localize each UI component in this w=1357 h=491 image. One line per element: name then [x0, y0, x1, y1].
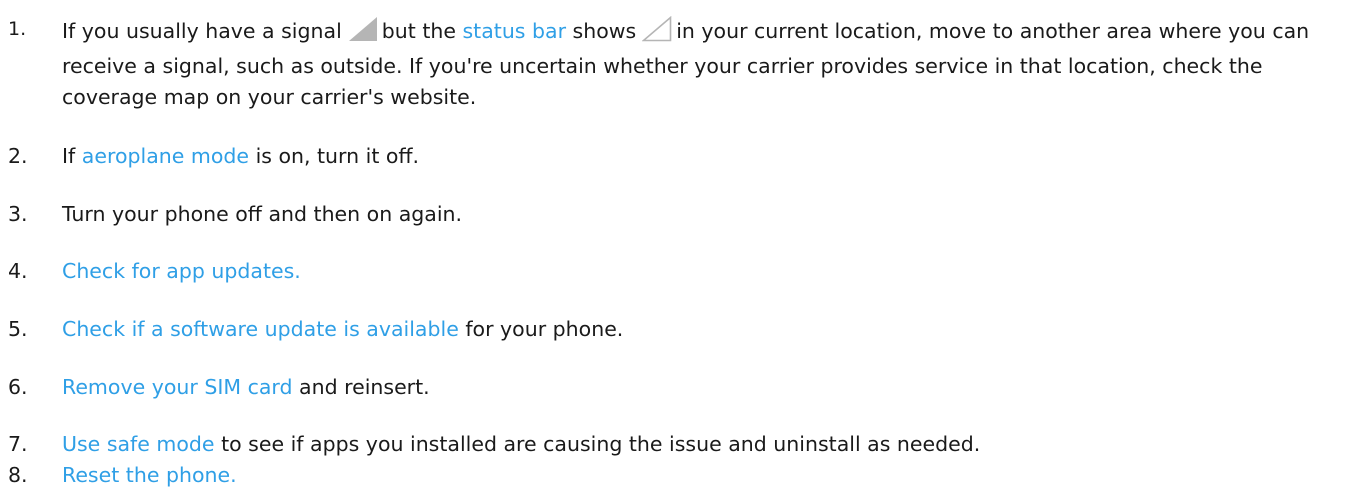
list-item: 4. Check for app updates.: [8, 256, 1338, 287]
step-number: 4.: [8, 259, 28, 283]
list-item: 2. If aeroplane mode is on, turn it off.: [8, 141, 1338, 172]
step-number: 8.: [8, 463, 28, 487]
step-number: 3.: [8, 202, 28, 226]
step-number: 1.: [8, 18, 27, 40]
step-text-segment: and reinsert.: [299, 375, 430, 399]
step-text-segment: for your phone.: [465, 317, 624, 341]
step-number: 6.: [8, 375, 28, 399]
software-update-link[interactable]: Check if a software update is available: [62, 317, 459, 341]
step-text-segment: is on, turn it off.: [255, 144, 420, 168]
step-text: If you usually have a signal but the stat…: [62, 15, 1338, 113]
aeroplane-mode-link[interactable]: aeroplane mode: [82, 144, 249, 168]
step-text-segment: shows: [572, 19, 637, 43]
step-number: 2.: [8, 144, 28, 168]
check-app-updates-link[interactable]: Check for app updates.: [62, 259, 301, 283]
step-text-segment: If you usually have a signal: [62, 19, 342, 43]
step-text-segment: but the: [381, 19, 456, 43]
list-item: 7. Use safe mode to see if apps you inst…: [8, 429, 1338, 460]
step-text: Remove your SIM card and reinsert.: [62, 372, 1338, 403]
signal-full-icon: [348, 16, 378, 51]
status-bar-link[interactable]: status bar: [463, 19, 567, 43]
remove-sim-card-link[interactable]: Remove your SIM card: [62, 375, 293, 399]
step-text: Check for app updates.: [62, 256, 1338, 287]
step-number: 7.: [8, 432, 28, 456]
list-item: 8. Reset the phone.: [8, 460, 1338, 491]
step-text: Reset the phone.: [62, 460, 1338, 491]
step-text-segment: to see if apps you installed are causing…: [221, 432, 981, 456]
step-text: If aeroplane mode is on, turn it off.: [62, 141, 1338, 172]
signal-empty-icon: [641, 15, 672, 51]
safe-mode-link[interactable]: Use safe mode: [62, 432, 215, 456]
step-text: Check if a software update is available …: [62, 314, 1338, 345]
list-item: 6. Remove your SIM card and reinsert.: [8, 372, 1338, 403]
step-number: 5.: [8, 317, 28, 341]
list-item: 3. Turn your phone off and then on again…: [8, 199, 1338, 230]
reset-phone-link[interactable]: Reset the phone.: [62, 463, 237, 487]
step-text: Use safe mode to see if apps you install…: [62, 429, 1338, 460]
step-text: Turn your phone off and then on again.: [62, 202, 463, 226]
list-item: 1. If you usually have a signal but the s…: [8, 15, 1338, 113]
list-item: 5. Check if a software update is availab…: [8, 314, 1338, 345]
step-text-segment: If: [62, 144, 76, 168]
